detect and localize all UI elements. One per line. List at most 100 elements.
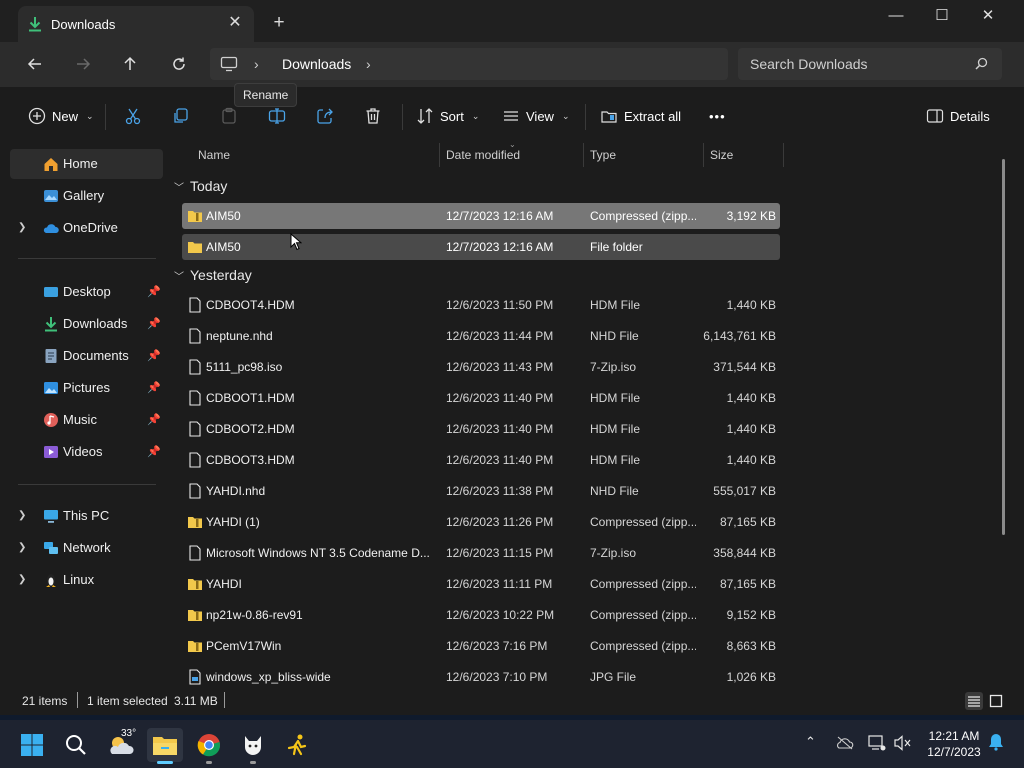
search-box[interactable]: Search Downloads xyxy=(738,48,1002,80)
file-row[interactable]: CDBOOT4.HDM 12/6/2023 11:50 PM HDM File … xyxy=(182,292,780,318)
tab-downloads[interactable]: Downloads ✕ xyxy=(18,6,254,42)
file-row[interactable]: YAHDI (1) 12/6/2023 11:26 PM Compressed … xyxy=(182,509,780,535)
column-header-name[interactable]: Name xyxy=(198,148,230,162)
search-input[interactable]: Search Downloads xyxy=(750,56,868,72)
volume-muted-icon[interactable] xyxy=(894,735,912,751)
copy-button[interactable] xyxy=(172,105,190,127)
taskbar-chrome[interactable] xyxy=(191,728,227,764)
column-header-size[interactable]: Size xyxy=(710,148,733,162)
sidebar-item-music[interactable]: Music 📌 xyxy=(10,405,163,435)
minimize-button[interactable]: — xyxy=(873,0,919,32)
download-icon xyxy=(29,17,41,32)
expand-chevron-icon[interactable]: ❯ xyxy=(18,222,26,233)
details-view-icon xyxy=(968,696,980,707)
file-row[interactable]: np21w-0.86-rev91 12/6/2023 10:22 PM Comp… xyxy=(182,602,780,628)
pin-icon[interactable]: 📌 xyxy=(147,381,161,394)
network-status-icon[interactable] xyxy=(868,735,886,751)
tiles-view-button[interactable] xyxy=(987,692,1005,710)
back-button[interactable] xyxy=(21,52,49,76)
file-row[interactable]: YAHDI.nhd 12/6/2023 11:38 PM NHD File 55… xyxy=(182,478,780,504)
sidebar-item-downloads[interactable]: Downloads 📌 xyxy=(10,309,163,339)
sort-button[interactable]: Sort ⌄ xyxy=(416,105,479,127)
pin-icon[interactable]: 📌 xyxy=(147,285,161,298)
file-row[interactable]: AIM50 12/7/2023 12:16 AM Compressed (zip… xyxy=(182,203,780,229)
file-row[interactable]: neptune.nhd 12/6/2023 11:44 PM NHD File … xyxy=(182,323,780,349)
group-header-today[interactable]: ﹀ Today xyxy=(174,178,227,194)
weather-temperature: 33° xyxy=(121,728,137,739)
sidebar-item-network[interactable]: ❯ Network xyxy=(10,533,163,563)
pin-icon[interactable]: 📌 xyxy=(147,317,161,330)
breadcrumb-chevron-icon[interactable]: › xyxy=(366,56,371,72)
file-row[interactable]: 5111_pc98.iso 12/6/2023 11:43 PM 7-Zip.i… xyxy=(182,354,780,380)
breadcrumb-chevron-icon[interactable]: › xyxy=(254,56,259,72)
show-hidden-icons-button[interactable]: ⌃ xyxy=(805,734,816,750)
file-row[interactable]: CDBOOT1.HDM 12/6/2023 11:40 PM HDM File … xyxy=(182,385,780,411)
breadcrumb-downloads[interactable]: Downloads xyxy=(282,56,351,72)
clock[interactable]: 12:21 AM 12/7/2023 xyxy=(920,728,988,760)
new-button[interactable]: New ⌄ xyxy=(28,105,94,127)
column-divider[interactable] xyxy=(583,143,584,167)
share-button[interactable] xyxy=(316,105,334,127)
sidebar-item-documents[interactable]: Documents 📌 xyxy=(10,341,163,371)
vertical-scrollbar[interactable] xyxy=(1002,159,1005,535)
address-bar[interactable]: › Downloads › xyxy=(210,48,728,80)
file-row[interactable]: YAHDI 12/6/2023 11:11 PM Compressed (zip… xyxy=(182,571,780,597)
file-row[interactable]: CDBOOT3.HDM 12/6/2023 11:40 PM HDM File … xyxy=(182,447,780,473)
paste-button[interactable] xyxy=(220,105,238,127)
file-row[interactable]: Microsoft Windows NT 3.5 Codename D... 1… xyxy=(182,540,780,566)
onedrive-offline-icon[interactable] xyxy=(836,736,854,750)
tab-close-button[interactable]: ✕ xyxy=(224,12,246,34)
column-divider[interactable] xyxy=(439,143,440,167)
cut-button[interactable] xyxy=(124,105,142,127)
new-tab-button[interactable]: + xyxy=(268,12,290,34)
collapse-chevron-icon: ﹀ xyxy=(174,271,184,283)
file-row[interactable]: PCemV17Win 12/6/2023 7:16 PM Compressed … xyxy=(182,633,780,659)
taskbar-file-explorer[interactable] xyxy=(147,728,183,764)
group-header-yesterday[interactable]: ﹀ Yesterday xyxy=(174,267,252,283)
tab-title: Downloads xyxy=(51,17,116,32)
file-size: 3,192 KB xyxy=(726,209,776,223)
sidebar-item-gallery[interactable]: Gallery xyxy=(10,181,163,211)
sidebar-item-home[interactable]: Home xyxy=(10,149,163,179)
close-window-button[interactable]: ✕ xyxy=(965,0,1011,32)
expand-chevron-icon[interactable]: ❯ xyxy=(18,574,26,585)
column-header-type[interactable]: Type xyxy=(590,148,616,162)
clock-date: 12/7/2023 xyxy=(927,745,981,759)
sidebar-item-this-pc[interactable]: ❯ This PC xyxy=(10,501,163,531)
column-divider[interactable] xyxy=(703,143,704,167)
extract-all-button[interactable]: Extract all xyxy=(600,105,681,127)
sidebar-item-linux[interactable]: ❯ Linux xyxy=(10,565,163,595)
maximize-button[interactable]: ☐ xyxy=(919,0,965,32)
rename-button[interactable] xyxy=(268,105,286,127)
taskbar-app-cat[interactable] xyxy=(235,728,271,764)
view-button[interactable]: View ⌄ xyxy=(502,105,570,127)
delete-button[interactable] xyxy=(364,105,382,127)
arrow-right-icon xyxy=(77,58,91,70)
sidebar-item-pictures[interactable]: Pictures 📌 xyxy=(10,373,163,403)
expand-chevron-icon[interactable]: ❯ xyxy=(18,542,26,553)
pin-icon[interactable]: 📌 xyxy=(147,445,161,458)
details-view-button[interactable] xyxy=(965,692,983,710)
search-button[interactable] xyxy=(58,728,94,762)
file-row[interactable]: AIM50 12/7/2023 12:16 AM File folder xyxy=(182,234,780,260)
forward-button[interactable] xyxy=(69,52,97,76)
file-type: File folder xyxy=(590,240,643,254)
refresh-button[interactable] xyxy=(165,52,193,76)
pin-icon[interactable]: 📌 xyxy=(147,349,161,362)
more-options-button[interactable]: ••• xyxy=(709,105,726,127)
column-divider[interactable] xyxy=(783,143,784,167)
sidebar-item-videos[interactable]: Videos 📌 xyxy=(10,437,163,467)
up-button[interactable] xyxy=(116,52,144,76)
details-pane-button[interactable]: Details xyxy=(926,105,990,127)
expand-chevron-icon[interactable]: ❯ xyxy=(18,510,26,521)
file-date: 12/6/2023 11:15 PM xyxy=(446,546,554,560)
pin-icon[interactable]: 📌 xyxy=(147,413,161,426)
notification-bell-icon[interactable] xyxy=(988,733,1004,751)
sidebar-item-desktop[interactable]: Desktop 📌 xyxy=(10,277,163,307)
taskbar-app-runner[interactable] xyxy=(279,728,315,762)
file-date: 12/6/2023 11:11 PM xyxy=(446,577,553,591)
file-row[interactable]: CDBOOT2.HDM 12/6/2023 11:40 PM HDM File … xyxy=(182,416,780,442)
sidebar-item-onedrive[interactable]: ❯ OneDrive xyxy=(10,213,163,243)
column-header-date[interactable]: Date modified xyxy=(446,148,520,162)
start-button[interactable] xyxy=(14,728,50,762)
